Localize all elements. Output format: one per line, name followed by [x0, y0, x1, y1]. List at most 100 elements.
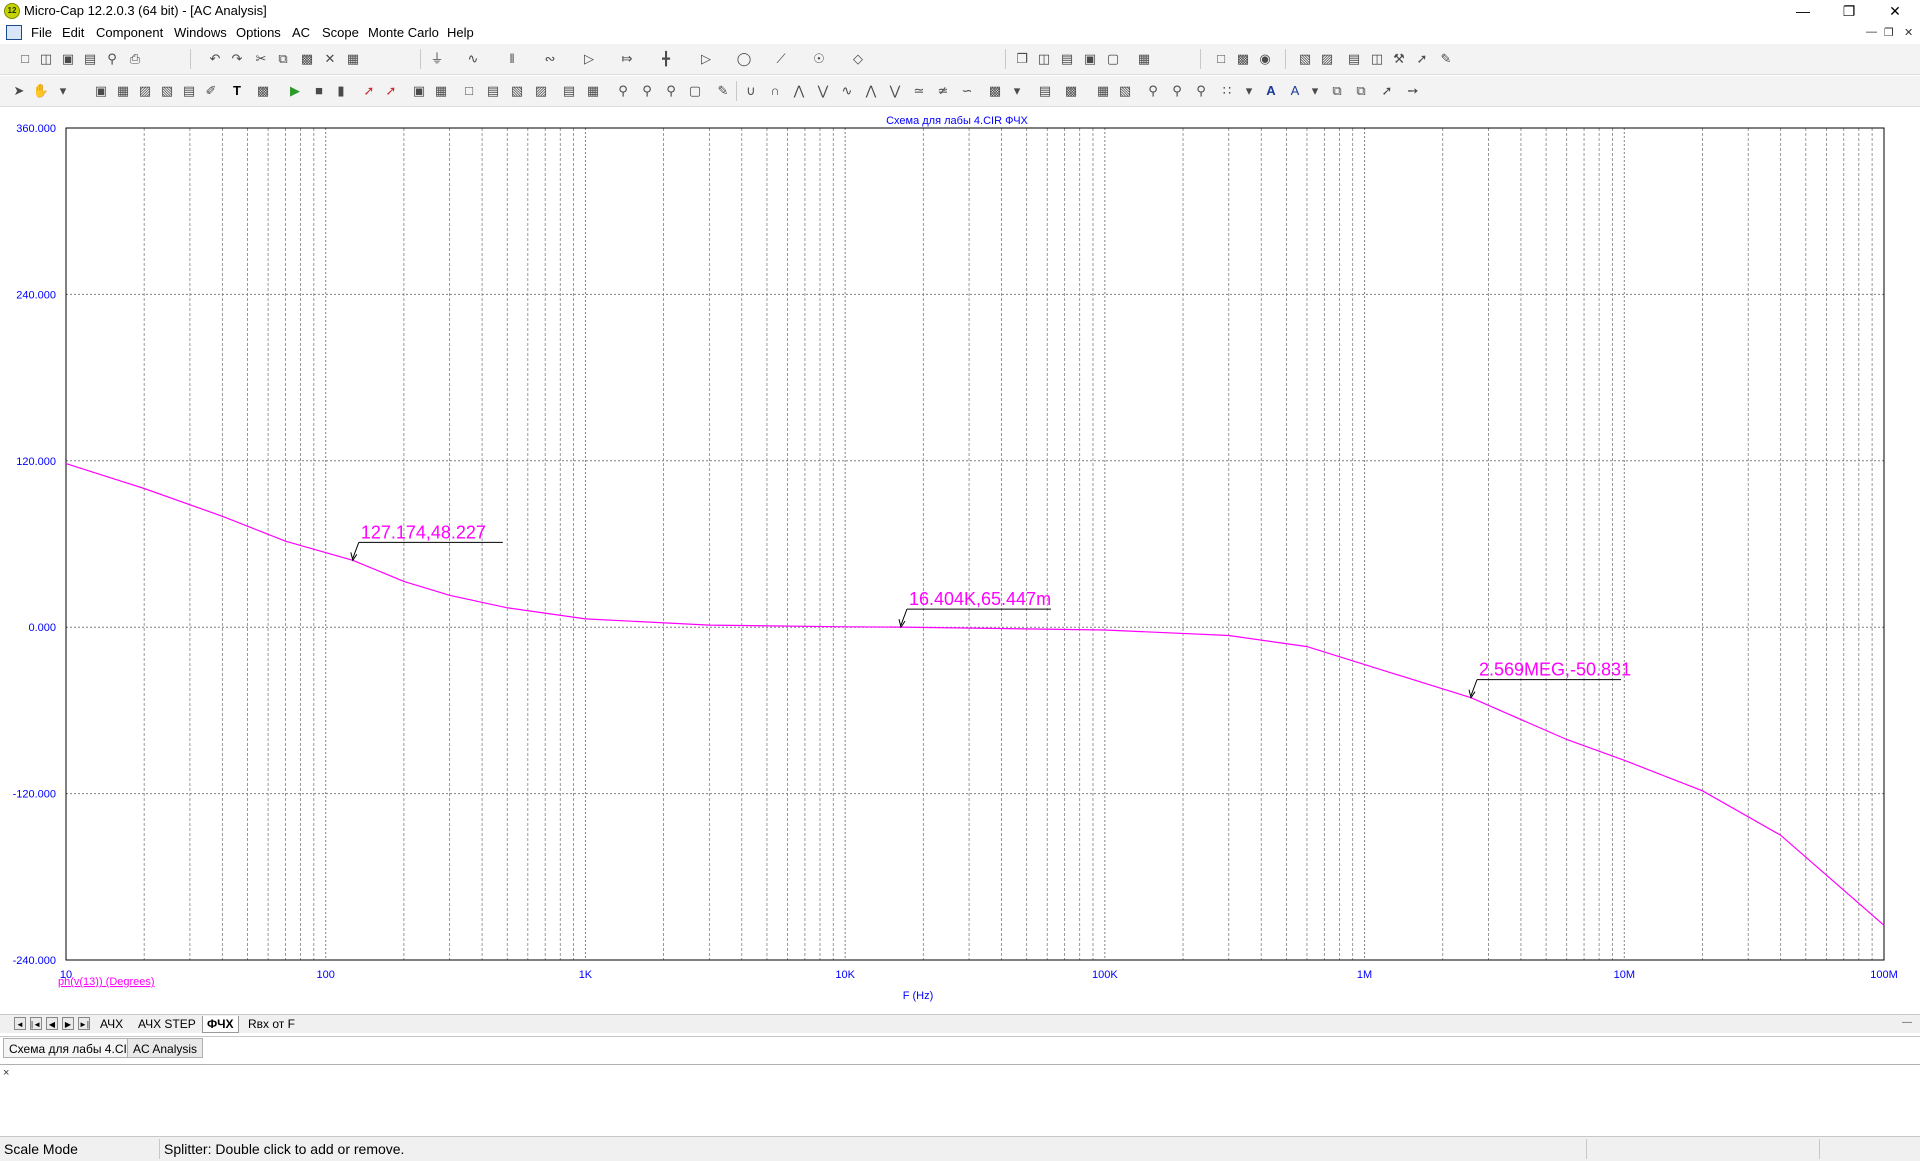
- horizontal-axis-grid-icon[interactable]: ▨: [532, 82, 550, 100]
- component-editor-icon[interactable]: ▩: [1234, 50, 1252, 68]
- inflection-icon[interactable]: ∿: [838, 82, 856, 100]
- split-horizontal-icon[interactable]: ➚: [1378, 82, 1396, 100]
- close-button[interactable]: ✕: [1872, 0, 1918, 22]
- undo-icon[interactable]: ↶: [206, 50, 224, 68]
- menu-windows[interactable]: Windows: [174, 25, 227, 40]
- node-icon[interactable]: ☉: [810, 50, 828, 68]
- copy-plot-icon[interactable]: ⧉: [1328, 82, 1346, 100]
- scroll-left-icon[interactable]: ◀: [46, 1017, 58, 1030]
- scroll-last-icon[interactable]: ►|: [78, 1017, 90, 1030]
- shrink-icon[interactable]: ⚲: [1168, 82, 1186, 100]
- run-icon[interactable]: ▶: [286, 82, 304, 100]
- scale-mode-icon[interactable]: ▣: [92, 82, 110, 100]
- globe-icon[interactable]: ◉: [1256, 50, 1274, 68]
- menu-ac[interactable]: AC: [292, 25, 310, 40]
- battery-icon[interactable]: ╋: [657, 50, 675, 68]
- transistor-icon[interactable]: ⤇: [618, 50, 636, 68]
- tile-vertical-icon[interactable]: ◫: [1035, 50, 1053, 68]
- cursor-options-icon[interactable]: ▩: [986, 82, 1004, 100]
- probe-icon[interactable]: ◇: [849, 50, 867, 68]
- menu-scope[interactable]: Scope: [322, 25, 359, 40]
- scroll-right-icon[interactable]: ▶: [62, 1017, 74, 1030]
- low-icon[interactable]: ⋁: [814, 82, 832, 100]
- properties-dialog-icon[interactable]: ✎: [714, 82, 732, 100]
- global-high-icon[interactable]: ⋀: [862, 82, 880, 100]
- window-icon[interactable]: ▣: [1081, 50, 1099, 68]
- maximize-window-icon[interactable]: ▢: [1104, 50, 1122, 68]
- switch-icon[interactable]: ⟋: [772, 50, 790, 68]
- paste-plot-icon[interactable]: ⧉: [1352, 82, 1370, 100]
- cut-icon[interactable]: ✂: [252, 50, 270, 68]
- calculator-icon[interactable]: ▦: [1135, 50, 1153, 68]
- plot-tab-ach[interactable]: АЧХ: [96, 1016, 127, 1032]
- menu-options[interactable]: Options: [236, 25, 281, 40]
- restore-limits-icon[interactable]: ▢: [686, 82, 704, 100]
- delete-curve-icon[interactable]: ➚: [382, 82, 400, 100]
- save-icon[interactable]: ▣: [59, 50, 77, 68]
- font-icon[interactable]: A: [1262, 82, 1280, 100]
- stop-icon[interactable]: ■: [310, 82, 328, 100]
- cursor-dropdown-icon[interactable]: ▾: [1008, 82, 1026, 100]
- phase-plot[interactable]: 360.000 240.000 120.000 0.000 -120.000 -240.0…: [0, 116, 1920, 1014]
- redo-icon[interactable]: ↷: [228, 50, 246, 68]
- trace-name-label[interactable]: ph(v(13)) (Degrees): [58, 976, 155, 988]
- opamp-icon[interactable]: ▷: [697, 50, 715, 68]
- peak-icon[interactable]: ∪: [742, 82, 760, 100]
- select-all-icon[interactable]: ▦: [344, 50, 362, 68]
- print-icon[interactable]: ⎙: [126, 50, 144, 68]
- cascade-icon[interactable]: ❐: [1013, 50, 1031, 68]
- mdi-restore-icon[interactable]: ❐: [1884, 26, 1894, 39]
- paste-icon[interactable]: ▩: [298, 50, 316, 68]
- performance-icon[interactable]: ✎: [1437, 50, 1455, 68]
- tile-horizontal-icon[interactable]: ▤: [1058, 50, 1076, 68]
- baseline-icon[interactable]: ▦: [584, 82, 602, 100]
- grid-dropdown-icon[interactable]: ▾: [1240, 82, 1258, 100]
- capacitor-icon[interactable]: ‖: [503, 50, 521, 68]
- inductor-icon[interactable]: ∾: [541, 50, 559, 68]
- doc-tab-schematic[interactable]: Схема для лабы 4.CIR: [3, 1038, 142, 1058]
- scroll-first-icon[interactable]: ◄: [14, 1017, 26, 1030]
- new-icon[interactable]: □: [16, 50, 34, 68]
- minor-log-grid-icon[interactable]: ▤: [560, 82, 578, 100]
- auto-scale-icon[interactable]: ⚲: [1192, 82, 1210, 100]
- ruler-icon[interactable]: ▤: [484, 82, 502, 100]
- menu-help[interactable]: Help: [447, 25, 474, 40]
- pause-icon[interactable]: ▮: [332, 82, 350, 100]
- magnify-icon[interactable]: ⚲: [1144, 82, 1162, 100]
- restore-button[interactable]: ❐: [1826, 0, 1872, 22]
- menu-edit[interactable]: Edit: [62, 25, 84, 40]
- resize-grip-icon[interactable]: —: [1902, 1017, 1912, 1028]
- font-size-icon[interactable]: A: [1286, 82, 1304, 100]
- plot-tab-rvh[interactable]: Rвх от F: [244, 1016, 299, 1032]
- add-curve-icon[interactable]: ➚: [360, 82, 378, 100]
- diode-icon[interactable]: ▷: [580, 50, 598, 68]
- print-preview-icon[interactable]: ⚲: [103, 50, 121, 68]
- properties-icon[interactable]: ▨: [1318, 50, 1336, 68]
- delete-icon[interactable]: ✕: [321, 50, 339, 68]
- resistor-icon[interactable]: ∿: [464, 50, 482, 68]
- same-x-scales-icon[interactable]: ▧: [1116, 82, 1134, 100]
- valley-icon[interactable]: ∩: [766, 82, 784, 100]
- tokens-icon[interactable]: □: [460, 82, 478, 100]
- menu-file[interactable]: File: [31, 25, 52, 40]
- menu-monte-carlo[interactable]: Monte Carlo: [368, 25, 439, 40]
- plot-tab-fch-active[interactable]: ФЧХ: [202, 1016, 239, 1033]
- mdi-minimize-icon[interactable]: —: [1866, 26, 1877, 38]
- minimize-button[interactable]: —: [1780, 0, 1826, 22]
- zoom-fit-icon[interactable]: ⚲: [662, 82, 680, 100]
- document-icon[interactable]: [6, 25, 22, 40]
- output-close-icon[interactable]: ×: [3, 1067, 9, 1079]
- stepping-icon[interactable]: ◫: [1368, 50, 1386, 68]
- scroll-prev-icon[interactable]: |◄: [30, 1017, 42, 1030]
- menu-component[interactable]: Component: [96, 25, 163, 40]
- plus-mode-icon[interactable]: ▧: [508, 82, 526, 100]
- same-y-scales-icon[interactable]: ▦: [1094, 82, 1112, 100]
- select-mode-icon[interactable]: ➤: [10, 82, 28, 100]
- tools-icon[interactable]: ⚒: [1390, 50, 1408, 68]
- zoom-out-icon[interactable]: ⚲: [638, 82, 656, 100]
- data-points-icon[interactable]: ▦: [432, 82, 450, 100]
- text-icon[interactable]: T: [228, 82, 246, 100]
- save-all-icon[interactable]: ▤: [81, 50, 99, 68]
- zoom-dropdown-icon[interactable]: ▾: [54, 82, 72, 100]
- grid-dots-icon[interactable]: ∷: [1218, 82, 1236, 100]
